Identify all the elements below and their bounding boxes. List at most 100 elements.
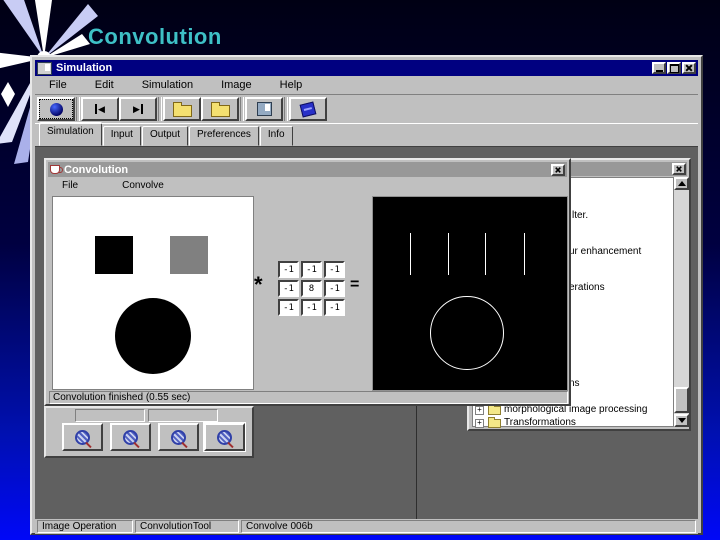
close-button[interactable] xyxy=(682,62,696,74)
convolution-window-title: Convolution xyxy=(64,163,129,176)
app-icon xyxy=(37,61,52,75)
folder-icon xyxy=(488,417,501,428)
simulation-window: Simulation File Edit Simulation Image He… xyxy=(30,55,703,535)
open-output-button[interactable] xyxy=(201,97,239,121)
help-book-icon xyxy=(299,100,317,118)
save-button[interactable] xyxy=(245,97,283,121)
arrow-down-icon xyxy=(677,418,686,423)
app-statusbar: Image Operation ConvolutionTool Convolve… xyxy=(35,519,698,534)
toolbar-separator xyxy=(158,97,162,121)
output-image-canvas xyxy=(372,196,568,391)
zoom-icon xyxy=(75,429,90,445)
zoom-icon xyxy=(123,429,138,445)
tree-item-fragment: erations xyxy=(569,282,605,293)
edge-line xyxy=(410,233,411,275)
run-icon xyxy=(49,102,63,116)
tab-input[interactable]: Input xyxy=(102,126,141,146)
client-area: lter. ur enhancement erations ns morphol… xyxy=(35,146,698,520)
minimize-icon xyxy=(655,63,663,72)
tree-expand-icon[interactable] xyxy=(475,406,484,415)
close-icon xyxy=(555,166,561,172)
zoom-icon xyxy=(217,429,232,445)
tree-expand-icon[interactable] xyxy=(475,419,484,428)
input-black-circle xyxy=(115,298,191,374)
zoom-panel xyxy=(44,406,254,458)
status-cell-convolve: Convolve 006b xyxy=(241,520,696,533)
tree-item[interactable]: Transformations xyxy=(504,417,576,428)
input-gray-square xyxy=(170,236,208,274)
convolution-close-button[interactable] xyxy=(551,163,565,176)
menubar: File Edit Simulation Image Help xyxy=(35,76,698,95)
panel-divider xyxy=(416,406,417,520)
tab-output[interactable]: Output xyxy=(141,126,188,146)
step-last-button[interactable] xyxy=(119,97,157,121)
scroll-up-button[interactable] xyxy=(674,177,689,190)
toolbar-separator xyxy=(284,97,288,121)
kernel-cell[interactable]: -1 xyxy=(324,261,345,278)
scroll-down-button[interactable] xyxy=(674,414,689,427)
tree-close-button[interactable] xyxy=(672,163,686,175)
close-icon xyxy=(676,166,682,172)
zoom-button-4[interactable] xyxy=(204,423,245,451)
input-black-square xyxy=(95,236,133,274)
open-folder-icon xyxy=(172,101,192,117)
kernel-cell[interactable]: -1 xyxy=(278,299,299,316)
kernel-cell[interactable]: -1 xyxy=(301,261,322,278)
run-button[interactable] xyxy=(37,97,75,121)
minimize-button[interactable] xyxy=(652,62,666,74)
open-input-button[interactable] xyxy=(163,97,201,121)
zoom-field[interactable] xyxy=(148,409,218,422)
maximize-button[interactable] xyxy=(667,62,681,74)
slide: Convolution Simulation File Edit Simulat… xyxy=(0,0,720,540)
help-button[interactable] xyxy=(289,97,327,121)
maximize-icon xyxy=(669,63,679,73)
kernel-cell[interactable]: -1 xyxy=(324,299,345,316)
close-icon xyxy=(685,64,693,72)
kernel-cell[interactable]: -1 xyxy=(278,280,299,297)
conv-menu-convolve[interactable]: Convolve xyxy=(92,180,178,191)
toolbar xyxy=(35,95,698,124)
menu-file[interactable]: File xyxy=(35,77,81,93)
edge-circle-outline xyxy=(430,296,504,370)
menu-help[interactable]: Help xyxy=(266,77,317,93)
tab-strip: Simulation Input Output Preferences Info xyxy=(35,123,698,146)
step-last-icon xyxy=(133,104,143,114)
open-folder-icon xyxy=(210,101,230,117)
save-icon xyxy=(256,102,272,116)
step-first-button[interactable] xyxy=(81,97,119,121)
edge-line xyxy=(448,233,449,275)
status-cell-operation: Image Operation xyxy=(37,520,133,533)
zoom-button-3[interactable] xyxy=(158,423,199,451)
kernel-cell[interactable]: -1 xyxy=(301,299,322,316)
zoom-field[interactable] xyxy=(75,409,145,422)
kernel-cell[interactable]: -1 xyxy=(278,261,299,278)
window-title: Simulation xyxy=(56,62,113,74)
toolbar-separator xyxy=(76,97,80,121)
menu-simulation[interactable]: Simulation xyxy=(128,77,207,93)
zoom-icon xyxy=(171,429,186,445)
convolution-status: Convolution finished (0.55 sec) xyxy=(49,391,568,404)
titlebar[interactable]: Simulation xyxy=(35,60,698,76)
tab-preferences[interactable]: Preferences xyxy=(188,126,259,146)
conv-menu-file[interactable]: File xyxy=(48,180,92,191)
convolve-operator: * xyxy=(254,272,263,297)
toolbar-separator xyxy=(240,97,244,121)
menu-image[interactable]: Image xyxy=(207,77,266,93)
input-image-canvas xyxy=(52,196,254,390)
zoom-button-1[interactable] xyxy=(62,423,103,451)
menu-edit[interactable]: Edit xyxy=(81,77,128,93)
step-first-icon xyxy=(95,104,105,114)
zoom-button-2[interactable] xyxy=(110,423,151,451)
kernel-cell[interactable]: 8 xyxy=(301,280,322,297)
kernel-cell[interactable]: -1 xyxy=(324,280,345,297)
tree-item-fragment: ur enhancement xyxy=(569,246,642,257)
tab-simulation[interactable]: Simulation xyxy=(39,123,102,146)
scrollbar-thumb[interactable] xyxy=(674,387,689,413)
convolution-titlebar[interactable]: Convolution xyxy=(48,162,567,177)
tab-info[interactable]: Info xyxy=(259,126,293,146)
tree-item-fragment: lter. xyxy=(572,210,589,221)
kernel-grid: -1 -1 -1 -1 8 -1 -1 -1 -1 xyxy=(278,261,345,316)
tree-scrollbar[interactable] xyxy=(674,177,689,427)
slide-title: Convolution xyxy=(88,24,222,49)
convolution-window: Convolution File Convolve * -1 -1 -1 -1 … xyxy=(44,158,571,406)
